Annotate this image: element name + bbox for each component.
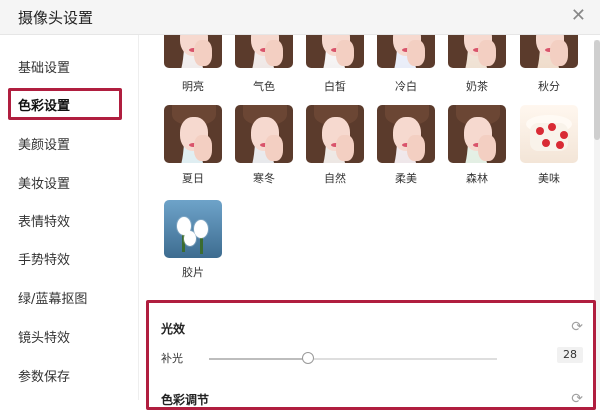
filter-thumb-air[interactable] [235,35,293,68]
filter-thumb-winter[interactable] [235,105,293,163]
filter-thumb-forest[interactable] [448,105,506,163]
refresh-icon[interactable]: ⟳ [571,391,583,407]
light-and-color-panel: 光效 ⟳ 补光 28 色彩调节 ⟳ [146,300,596,410]
sidebar-item-lens-effects[interactable]: 镜头特效 [18,327,70,346]
title-bar: 摄像头设置 ✕ [0,0,600,35]
filter-thumb-bright[interactable] [164,35,222,68]
filter-thumb-autumn[interactable] [520,35,578,68]
filter-thumb-milk-tea[interactable] [448,35,506,68]
filter-label-bright: 明亮 [182,80,204,93]
sidebar-item-parameter-save[interactable]: 参数保存 [18,366,70,385]
filter-label-summer: 夏日 [182,172,204,185]
refresh-icon[interactable]: ⟳ [571,319,583,335]
filter-label-film: 胶片 [182,266,204,279]
scrollbar-thumb[interactable] [594,40,600,140]
fill-light-value: 28 [557,347,583,363]
sidebar-item-color-settings[interactable]: 色彩设置 [18,95,70,114]
close-icon[interactable]: ✕ [571,6,586,26]
filter-thumb-tasty[interactable] [520,105,578,163]
filter-thumb-summer[interactable] [164,105,222,163]
filter-label-soft: 柔美 [395,172,417,185]
filter-label-winter: 寒冬 [253,172,275,185]
filter-label-autumn: 秋分 [538,80,560,93]
sidebar-item-green-blue-screen[interactable]: 绿/蓝幕抠图 [18,288,87,307]
filter-label-forest: 森林 [466,172,488,185]
filter-label-cold-white: 冷白 [395,80,417,93]
filter-thumb-soft[interactable] [377,105,435,163]
filter-label-air: 气色 [253,80,275,93]
light-effect-title: 光效 [161,322,186,336]
sidebar-item-expression-effects[interactable]: 表情特效 [18,211,70,230]
filter-label-white: 白皙 [324,80,346,93]
sidebar: 基础设置 色彩设置 美颜设置 美妆设置 表情特效 手势特效 绿/蓝幕抠图 镜头特… [0,35,139,400]
filter-label-milk-tea: 奶茶 [466,80,488,93]
filter-label-tasty: 美味 [538,172,560,185]
filter-thumb-natural[interactable] [306,105,364,163]
fill-light-label: 补光 [161,352,183,365]
fill-light-slider-knob[interactable] [302,352,314,364]
sidebar-item-makeup-settings[interactable]: 美妆设置 [18,173,70,192]
filter-thumb-white[interactable] [306,35,364,68]
sidebar-item-basic-settings[interactable]: 基础设置 [18,57,70,76]
filter-thumb-cold-white[interactable] [377,35,435,68]
sidebar-item-beauty-settings[interactable]: 美颜设置 [18,134,70,153]
filter-label-natural: 自然 [324,172,346,185]
sidebar-item-gesture-effects[interactable]: 手势特效 [18,249,70,268]
fill-light-slider-fill [209,358,307,360]
filter-thumb-film[interactable] [164,200,222,258]
window-title: 摄像头设置 [18,9,94,27]
